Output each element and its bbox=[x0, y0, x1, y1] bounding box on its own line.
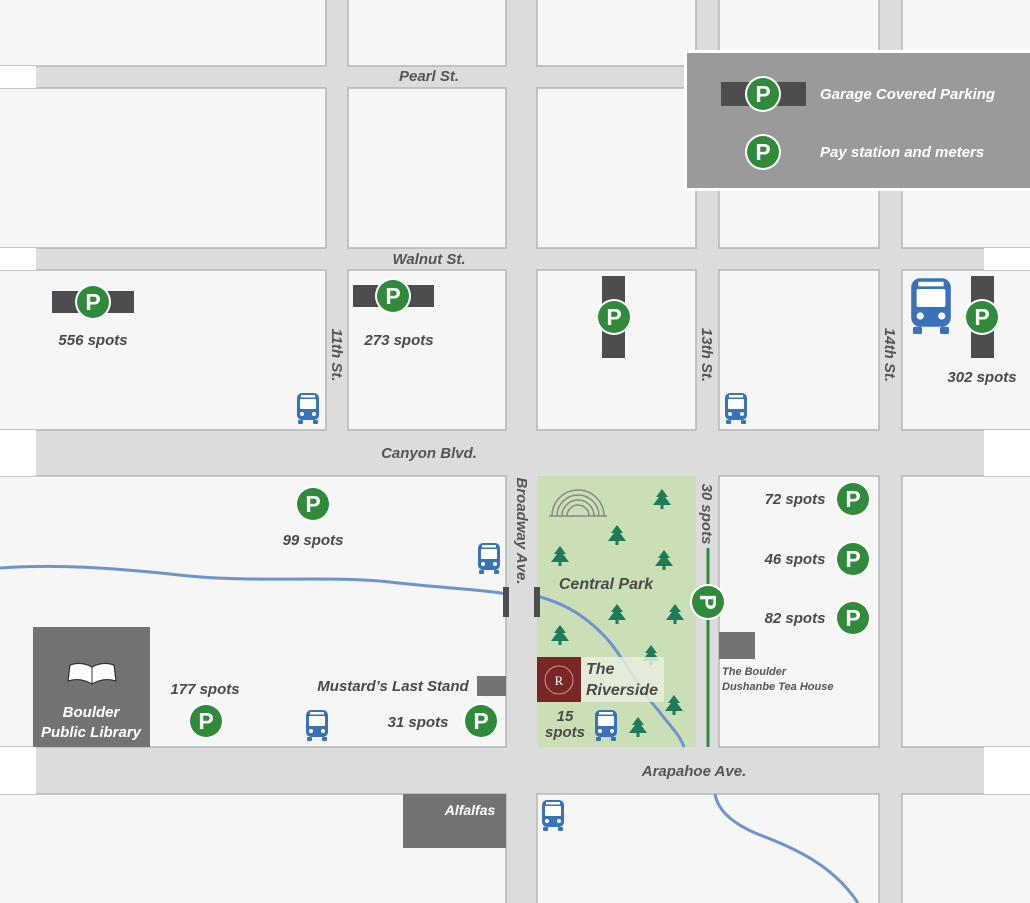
parking-icon-rotated: P bbox=[690, 584, 726, 620]
parking-icon bbox=[835, 481, 871, 517]
alfalfas-label: Alfalfas bbox=[444, 802, 496, 818]
label-30-spots: 30 spots bbox=[698, 484, 715, 545]
svg-text:P: P bbox=[695, 594, 721, 609]
bridge-west bbox=[503, 587, 509, 617]
map-legend: Garage Covered Parking Pay station and m… bbox=[684, 50, 1030, 191]
bridge-east bbox=[534, 587, 540, 617]
parking-icon bbox=[75, 284, 111, 320]
spots-15-word: spots bbox=[545, 724, 585, 741]
riverside-label-2: Riverside bbox=[586, 682, 658, 699]
legend-garage-label: Garage Covered Parking bbox=[820, 86, 995, 103]
parking-icon bbox=[188, 703, 224, 739]
bus-icon-large bbox=[911, 278, 951, 334]
street-11th: 11th St. bbox=[328, 328, 345, 381]
spots-99: 99 spots bbox=[283, 532, 344, 549]
street-walnut: Walnut St. bbox=[392, 251, 465, 268]
spots-177: 177 spots bbox=[170, 681, 239, 698]
legend-pay-label: Pay station and meters bbox=[820, 144, 984, 161]
mustards-label: Mustard’s Last Stand bbox=[317, 678, 469, 695]
mustards-building bbox=[477, 676, 506, 696]
spots-72: 72 spots bbox=[765, 491, 826, 508]
parking-icon bbox=[835, 600, 871, 636]
library-label-1: Boulder bbox=[63, 704, 121, 721]
spots-273: 273 spots bbox=[363, 332, 433, 349]
teahouse-building bbox=[719, 632, 755, 659]
library-label-2: Public Library bbox=[41, 724, 142, 741]
parking-icon bbox=[835, 541, 871, 577]
downtown-boulder-parking-map: P bbox=[0, 0, 1030, 903]
central-park-label: Central Park bbox=[559, 576, 654, 593]
street-canyon: Canyon Blvd. bbox=[381, 445, 477, 462]
parking-icon bbox=[596, 299, 632, 335]
teahouse-label-1: The Boulder bbox=[722, 666, 787, 678]
bus-icon bbox=[595, 710, 617, 741]
spots-302: 302 spots bbox=[947, 369, 1016, 386]
legend-garage-icon bbox=[745, 76, 781, 112]
parking-icon bbox=[463, 703, 499, 739]
bus-icon bbox=[725, 393, 747, 424]
street-arapahoe: Arapahoe Ave. bbox=[641, 763, 746, 780]
bus-icon bbox=[478, 543, 500, 574]
parking-icon bbox=[375, 278, 411, 314]
street-pearl: Pearl St. bbox=[399, 68, 459, 85]
bus-icon bbox=[306, 710, 328, 741]
legend-pay-icon bbox=[745, 134, 781, 170]
spots-82: 82 spots bbox=[765, 610, 826, 627]
riverside-logo-letter: R bbox=[555, 673, 564, 688]
street-13th: 13th St. bbox=[698, 328, 715, 382]
street-14th: 14th St. bbox=[881, 328, 898, 382]
teahouse-label-2: Dushanbe Tea House bbox=[722, 681, 833, 693]
spots-556: 556 spots bbox=[58, 332, 127, 349]
spots-15-number: 15 bbox=[557, 708, 574, 725]
parking-icon bbox=[964, 299, 1000, 335]
bus-icon bbox=[297, 393, 319, 424]
spots-31: 31 spots bbox=[388, 714, 449, 731]
riverside-label-1: The bbox=[586, 661, 615, 678]
parking-icon bbox=[295, 486, 331, 522]
bus-icon bbox=[542, 800, 564, 831]
spots-46: 46 spots bbox=[764, 551, 826, 568]
street-broadway: Broadway Ave. bbox=[513, 478, 530, 585]
